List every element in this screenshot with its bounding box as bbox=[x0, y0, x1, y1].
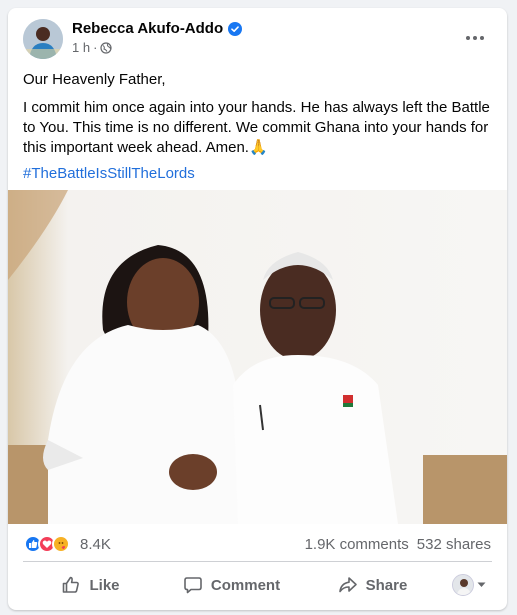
post-hashtag[interactable]: #TheBattleIsStillTheLords bbox=[23, 164, 493, 184]
author-name[interactable]: Rebecca Akufo-Addo bbox=[72, 20, 223, 37]
comment-label: Comment bbox=[210, 576, 281, 594]
globe-icon bbox=[100, 41, 113, 54]
share-label: Share bbox=[365, 576, 408, 594]
reaction-count[interactable]: 8.4K bbox=[80, 536, 111, 553]
share-button[interactable]: Share bbox=[302, 567, 443, 603]
reaction-icons[interactable] bbox=[24, 535, 70, 553]
comment-bubble-icon bbox=[184, 577, 202, 594]
like-label: Like bbox=[89, 576, 120, 594]
post-card: Rebecca Akufo-Addo 1 h · Our Heavenly Fa… bbox=[8, 8, 507, 610]
comment-button[interactable]: Comment bbox=[161, 567, 302, 603]
current-user-avatar bbox=[452, 574, 474, 596]
post-body: I commit him once again into your hands.… bbox=[23, 99, 490, 156]
post-photo[interactable] bbox=[8, 190, 507, 524]
post-meta: 1 h · bbox=[72, 40, 113, 55]
more-options-icon bbox=[466, 36, 484, 40]
shares-count[interactable]: 532 shares bbox=[417, 536, 491, 553]
share-arrow-icon bbox=[338, 577, 357, 593]
post-greeting: Our Heavenly Father, bbox=[23, 71, 166, 88]
post-time[interactable]: 1 h bbox=[72, 40, 90, 55]
post-message: Our Heavenly Father, I commit him once a… bbox=[23, 70, 493, 192]
post-photo-illustration bbox=[8, 190, 507, 524]
like-button[interactable]: Like bbox=[20, 567, 161, 603]
more-options-button[interactable] bbox=[457, 24, 493, 52]
post-header: Rebecca Akufo-Addo 1 h · bbox=[8, 8, 507, 68]
chevron-down-icon bbox=[477, 582, 486, 587]
engagement-stats: 1.9K comments 532 shares bbox=[305, 536, 491, 553]
reactions-row: 8.4K 1.9K comments 532 shares bbox=[8, 529, 507, 559]
thumbs-up-icon bbox=[63, 576, 80, 593]
action-divider bbox=[23, 561, 492, 562]
author-name-row: Rebecca Akufo-Addo bbox=[72, 20, 243, 37]
action-bar: Like Comment Share bbox=[20, 566, 495, 604]
reaction-profile-selector[interactable] bbox=[443, 567, 495, 603]
care-reaction-icon bbox=[52, 535, 70, 553]
verified-badge-icon bbox=[228, 21, 243, 36]
author-avatar[interactable] bbox=[23, 19, 63, 59]
comments-count[interactable]: 1.9K comments bbox=[305, 536, 409, 553]
